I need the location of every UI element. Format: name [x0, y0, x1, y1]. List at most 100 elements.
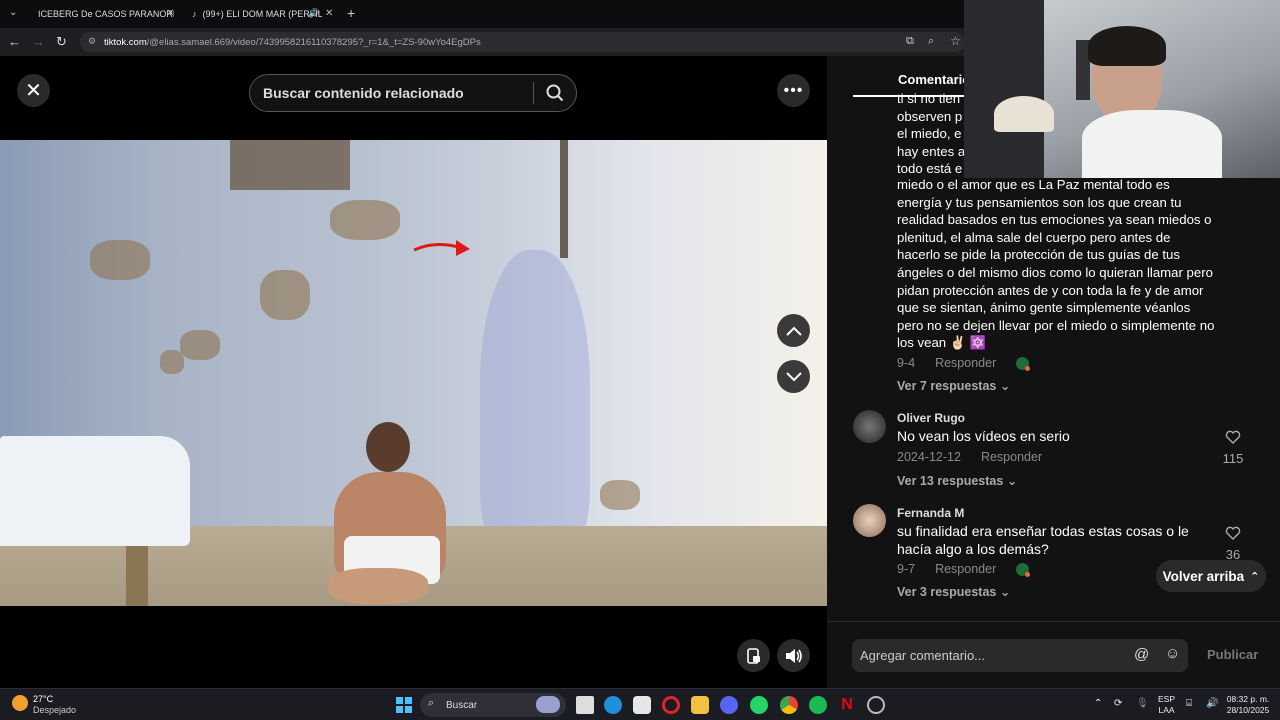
- close-tab-icon[interactable]: ✕: [166, 8, 174, 19]
- search-icon[interactable]: [534, 84, 576, 102]
- avatar[interactable]: [853, 410, 886, 443]
- spotify-icon[interactable]: [809, 696, 827, 714]
- clock[interactable]: 08:32 p. m. 28/10/2025: [1222, 694, 1274, 716]
- like-button[interactable]: 36: [1213, 526, 1253, 562]
- search-input[interactable]: Buscar contenido relacionado: [250, 85, 533, 101]
- taskbar: 27°C Despejado ⌕ Buscar N ⌃ ⟳ 🎙 ESP LAA …: [0, 688, 1280, 720]
- browser-tab-youtube[interactable]: ICEBERG De CASOS PARANORM: [32, 4, 174, 24]
- webcam-cap: [994, 96, 1054, 132]
- comment-meta: 9-7 Responder: [897, 562, 1031, 577]
- close-button[interactable]: ✕: [17, 74, 50, 107]
- view-replies-label: Ver 7 respuestas: [897, 379, 997, 393]
- reload-icon[interactable]: ↻: [56, 34, 67, 50]
- store-icon[interactable]: [633, 696, 651, 714]
- add-comment-placeholder: Agregar comentario...: [860, 648, 986, 663]
- wall-stain: [600, 480, 640, 510]
- microphone-icon[interactable]: 🎙: [1136, 698, 1149, 709]
- audio-playing-icon[interactable]: 🔊: [308, 8, 319, 19]
- view-replies-label: Ver 13 respuestas: [897, 474, 1004, 488]
- bed: [0, 436, 190, 546]
- language-indicator[interactable]: ESP LAA: [1158, 694, 1175, 716]
- weather-temp[interactable]: 27°C: [33, 694, 53, 704]
- webcam-shirt: [1082, 110, 1222, 178]
- chevron-down-icon: ⌄: [1006, 474, 1018, 488]
- network-icon[interactable]: ⌸: [1186, 698, 1192, 709]
- mention-icon[interactable]: @: [1134, 646, 1149, 663]
- forward-icon[interactable]: →: [32, 34, 45, 49]
- weather-moon-icon[interactable]: [12, 695, 28, 711]
- back-to-top-button[interactable]: Volver arriba ⌃: [1156, 560, 1266, 592]
- search-highlight-icon: [536, 696, 560, 713]
- previous-video-button[interactable]: [777, 314, 810, 347]
- comment-text: miedo o el amor que es La Paz mental tod…: [897, 177, 1215, 351]
- install-app-icon[interactable]: ⧉: [906, 35, 914, 48]
- webcam-overlay: [964, 0, 1280, 178]
- reply-button[interactable]: Responder: [981, 450, 1042, 464]
- wall-stain: [180, 330, 220, 360]
- zoom-icon[interactable]: ⌕: [928, 35, 934, 48]
- site-info-icon[interactable]: ⚙: [88, 36, 96, 47]
- view-replies-button[interactable]: Ver 7 respuestas ⌄: [897, 378, 1010, 393]
- volume-button[interactable]: [777, 639, 810, 672]
- chevron-down-icon: ⌄: [999, 585, 1011, 599]
- tray-overflow-icon[interactable]: ⌃: [1094, 698, 1102, 709]
- view-replies-label: Ver 3 respuestas: [897, 585, 997, 599]
- netflix-icon[interactable]: N: [838, 696, 856, 714]
- comment-text: No vean los vídeos en serio: [897, 428, 1070, 444]
- wall-stain: [90, 240, 150, 280]
- taskbar-search[interactable]: ⌕ Buscar: [420, 693, 566, 717]
- address-bar[interactable]: ⚙ tiktok.com/@elias.samael.669/video/743…: [80, 32, 965, 52]
- wall-shelf: [230, 140, 350, 190]
- clock-date: 28/10/2025: [1226, 705, 1270, 715]
- volume-tray-icon[interactable]: 🔊: [1206, 698, 1218, 709]
- comment-date: 2024-12-12: [897, 450, 961, 464]
- creator-like-icon: [1016, 356, 1031, 371]
- more-options-button[interactable]: •••: [777, 74, 810, 107]
- task-view-icon[interactable]: [576, 696, 594, 714]
- creator-like-icon: [1016, 562, 1031, 577]
- view-replies-button[interactable]: Ver 3 respuestas ⌄: [897, 584, 1010, 599]
- opera-icon[interactable]: [662, 696, 680, 714]
- bookmark-star-icon[interactable]: ☆: [950, 34, 961, 48]
- close-tab-icon[interactable]: ✕: [325, 8, 333, 19]
- browser-tab-tiktok[interactable]: ♪ (99+) ELI DOM MAR (PERFIL: [192, 4, 322, 24]
- double-chevron-up-icon: ⌃: [1250, 570, 1260, 583]
- whatsapp-icon[interactable]: [750, 696, 768, 714]
- chrome-icon[interactable]: [780, 696, 798, 714]
- avatar[interactable]: [853, 504, 886, 537]
- file-explorer-icon[interactable]: [691, 696, 709, 714]
- comment-meta: 2024-12-12 Responder: [897, 450, 1042, 464]
- publish-button[interactable]: Publicar: [1207, 647, 1258, 662]
- like-button[interactable]: 115: [1213, 430, 1253, 466]
- add-comment-input[interactable]: Agregar comentario... @ ☺: [852, 639, 1188, 672]
- taskbar-search-label: Buscar: [446, 699, 478, 711]
- obs-icon[interactable]: [867, 696, 885, 714]
- emoji-icon[interactable]: ☺: [1165, 645, 1180, 662]
- edge-icon[interactable]: [604, 696, 622, 714]
- heart-icon: [1225, 526, 1241, 540]
- keyboard-layout: LAA: [1158, 705, 1175, 715]
- tab-list-icon[interactable]: ⌄: [9, 7, 17, 18]
- tab-title: (99+) ELI DOM MAR (PERFIL: [202, 9, 323, 19]
- new-tab-icon[interactable]: +: [347, 5, 355, 21]
- heart-icon: [1225, 430, 1241, 444]
- windows-start-icon[interactable]: [396, 697, 412, 713]
- discord-icon[interactable]: [720, 696, 738, 714]
- search-box[interactable]: Buscar contenido relacionado: [249, 74, 577, 112]
- back-icon[interactable]: ←: [8, 34, 21, 49]
- chevron-down-icon: ⌄: [999, 379, 1011, 393]
- comment-username[interactable]: Fernanda M: [897, 506, 964, 520]
- url-path: /@elias.samael.669/video/743995821611037…: [146, 36, 481, 48]
- comment-username[interactable]: Oliver Rugo: [897, 411, 965, 425]
- comment-composer: Agregar comentario... @ ☺ Publicar: [827, 621, 1280, 688]
- view-replies-button[interactable]: Ver 13 respuestas ⌄: [897, 473, 1017, 488]
- next-video-button[interactable]: [777, 360, 810, 393]
- webcam-hair: [1088, 26, 1166, 66]
- weather-desc: Despejado: [33, 705, 77, 715]
- wall-stain: [330, 200, 400, 240]
- reply-button[interactable]: Responder: [935, 356, 996, 370]
- floating-player-button[interactable]: [737, 639, 770, 672]
- reply-button[interactable]: Responder: [935, 562, 996, 576]
- sync-icon[interactable]: ⟳: [1114, 698, 1122, 709]
- video-frame[interactable]: [0, 140, 827, 606]
